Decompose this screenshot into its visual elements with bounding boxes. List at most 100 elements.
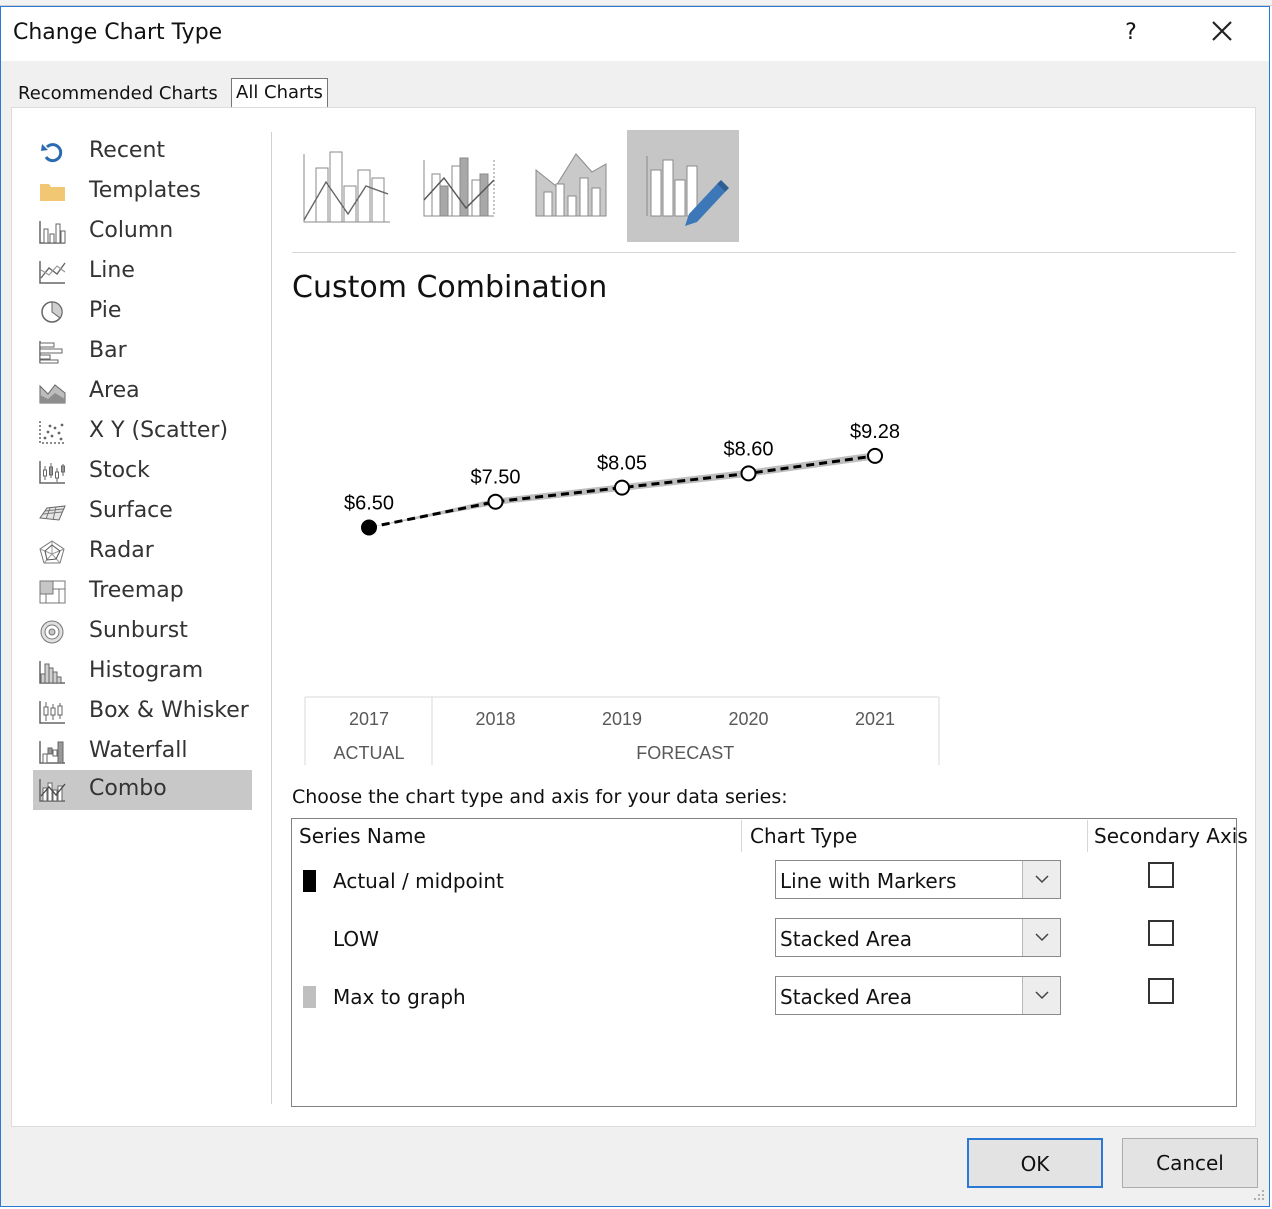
series-color-swatch	[303, 870, 316, 892]
category-label: Stock	[89, 458, 150, 483]
subtype-stacked-area-clustered-column[interactable]	[522, 130, 634, 242]
category-label: Treemap	[89, 578, 184, 603]
data-point-marker	[614, 479, 630, 496]
header-chart-type: Chart Type	[750, 824, 858, 848]
data-label: $7.50	[470, 467, 520, 489]
category-box-whisker[interactable]: Box & Whisker	[33, 692, 252, 732]
category-bar[interactable]: Bar	[33, 332, 252, 372]
series-name: Max to graph	[333, 985, 466, 1009]
category-pie[interactable]: Pie	[33, 292, 252, 332]
category-xy-scatter[interactable]: X Y (Scatter)	[33, 412, 252, 452]
category-label: Pie	[89, 298, 122, 323]
series-color-swatch	[303, 986, 316, 1008]
category-radar[interactable]: Radar	[33, 532, 252, 572]
dropdown-button[interactable]	[1022, 861, 1060, 898]
data-label: $6.50	[344, 493, 394, 515]
treemap-chart-icon	[39, 580, 66, 604]
category-label: Combo	[89, 776, 167, 801]
stock-chart-icon	[39, 461, 65, 484]
header-secondary-axis: Secondary Axis	[1094, 824, 1248, 848]
category-sunburst[interactable]: Sunburst	[33, 612, 252, 652]
series-color-swatch	[303, 928, 316, 950]
subtype-clustered-column-line[interactable]	[292, 130, 404, 242]
category-label: Sunburst	[89, 618, 188, 643]
tab-all-charts[interactable]: All Charts	[231, 78, 328, 108]
secondary-axis-checkbox[interactable]	[1148, 920, 1174, 946]
data-label: $8.05	[597, 453, 647, 475]
column-chart-icon	[39, 221, 66, 244]
box-whisker-chart-icon	[39, 701, 65, 724]
series-name: LOW	[333, 927, 379, 951]
data-point-marker	[740, 465, 757, 482]
sunburst-chart-icon	[40, 620, 64, 644]
series-name: Actual / midpoint	[333, 869, 504, 893]
cancel-button[interactable]: Cancel	[1122, 1138, 1258, 1188]
help-button[interactable]: ?	[1116, 18, 1146, 48]
category-templates[interactable]: Templates	[33, 172, 252, 212]
subtype-custom-combination[interactable]	[627, 130, 739, 242]
recent-icon	[41, 143, 63, 163]
category-tick-label: 2021	[855, 709, 895, 729]
category-line[interactable]: Line	[33, 252, 252, 292]
surface-chart-icon	[39, 505, 66, 521]
category-label: Bar	[89, 338, 127, 363]
ok-button[interactable]: OK	[967, 1138, 1103, 1188]
chart-type-value: Stacked Area	[780, 985, 913, 1009]
close-icon	[1212, 21, 1232, 41]
category-surface[interactable]: Surface	[33, 492, 252, 532]
line-chart-icon	[39, 261, 66, 284]
category-waterfall[interactable]: Waterfall	[33, 732, 252, 772]
histogram-chart-icon	[39, 661, 65, 684]
category-treemap[interactable]: Treemap	[33, 572, 252, 612]
category-label: Box & Whisker	[89, 698, 249, 723]
category-stock[interactable]: Stock	[33, 452, 252, 492]
scatter-chart-icon	[39, 421, 65, 444]
category-area[interactable]: Area	[33, 372, 252, 412]
tab-recommended-charts[interactable]: Recommended Charts	[14, 80, 222, 108]
bar-chart-icon	[39, 341, 63, 364]
header-series-name: Series Name	[299, 824, 426, 848]
clustered-column-line-secondary-axis-icon	[423, 157, 495, 217]
data-point-marker	[487, 493, 504, 510]
category-label: Recent	[89, 138, 166, 163]
category-tick-label: 2020	[728, 709, 768, 729]
chart-type-value: Stacked Area	[780, 927, 913, 951]
category-recent[interactable]: Recent	[33, 132, 252, 172]
combo-chart-icon	[39, 779, 66, 802]
area-chart-icon	[39, 384, 66, 404]
category-histogram[interactable]: Histogram	[33, 652, 252, 692]
data-label: $9.28	[850, 421, 900, 443]
data-point-marker	[867, 447, 883, 464]
resize-grip-icon[interactable]	[1250, 1186, 1266, 1202]
header-separator	[1087, 820, 1088, 852]
close-button[interactable]	[1205, 18, 1239, 48]
secondary-axis-checkbox[interactable]	[1148, 862, 1174, 888]
dropdown-button[interactable]	[1022, 919, 1060, 956]
chevron-down-icon	[1035, 933, 1049, 942]
category-label: Radar	[89, 538, 154, 563]
category-tick-label: 2018	[475, 709, 515, 729]
custom-combination-icon	[646, 156, 729, 226]
pie-chart-icon	[41, 301, 63, 323]
chart-type-dropdown[interactable]: Stacked Area	[775, 918, 1061, 957]
category-group-label: FORECAST	[636, 743, 734, 763]
category-label: Templates	[89, 178, 201, 203]
category-label: X Y (Scatter)	[89, 418, 229, 443]
dropdown-button[interactable]	[1022, 977, 1060, 1014]
dialog-title: Change Chart Type	[13, 20, 223, 45]
radar-chart-icon	[39, 540, 65, 564]
clustered-column-line-icon	[303, 151, 390, 223]
category-tick-label: 2019	[602, 709, 642, 729]
subtype-clustered-column-line-secondary-axis[interactable]	[410, 130, 522, 242]
chart-type-value: Line with Markers	[780, 869, 957, 893]
chevron-down-icon	[1035, 875, 1049, 884]
secondary-axis-checkbox[interactable]	[1148, 978, 1174, 1004]
chart-type-dropdown[interactable]: Stacked Area	[775, 976, 1061, 1015]
chart-type-dropdown[interactable]: Line with Markers	[775, 860, 1061, 899]
chevron-down-icon	[1035, 991, 1049, 1000]
category-label: Column	[89, 218, 174, 243]
category-combo[interactable]: Combo	[33, 770, 252, 810]
waterfall-chart-icon	[39, 741, 65, 764]
series-table	[291, 818, 1237, 1107]
category-column[interactable]: Column	[33, 212, 252, 252]
